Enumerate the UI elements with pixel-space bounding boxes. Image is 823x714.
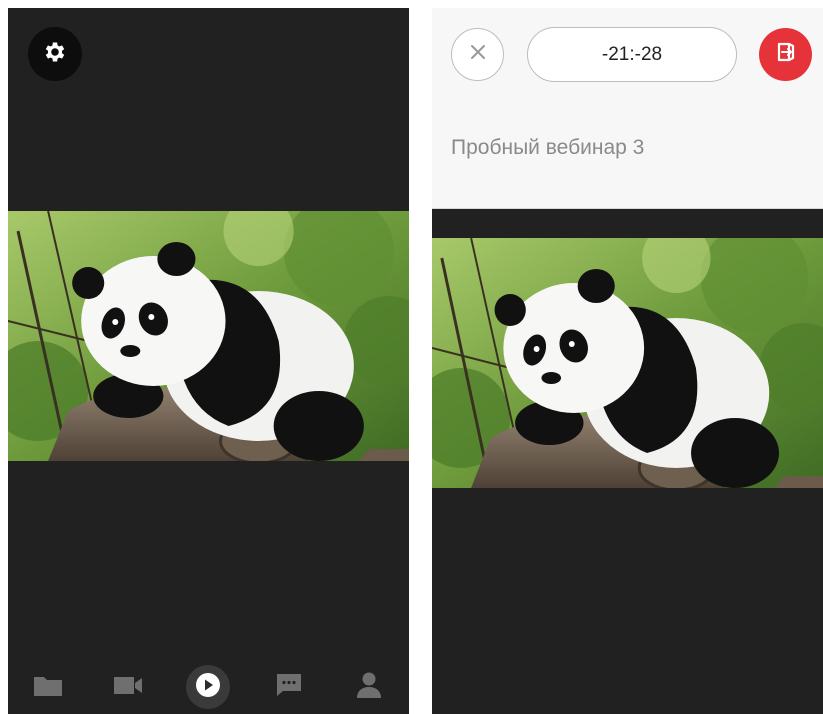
video-player[interactable] (432, 238, 823, 488)
exit-icon (773, 39, 799, 70)
folder-icon (33, 673, 63, 702)
webinar-header: -21:-28 Пробный вебинар 3 (432, 8, 823, 209)
gear-icon (42, 39, 68, 70)
video-camera-icon (113, 674, 143, 701)
stream-screen (8, 8, 409, 714)
close-icon (470, 44, 486, 65)
webinar-screen: -21:-28 Пробный вебинар 3 (432, 8, 823, 714)
timer-text: -21:-28 (601, 43, 663, 65)
webinar-title: Пробный вебинар 3 (451, 136, 645, 159)
close-button[interactable] (451, 28, 504, 81)
exit-button[interactable] (759, 28, 812, 81)
nav-video[interactable] (104, 663, 152, 711)
timer: -21:-28 (527, 27, 737, 82)
chat-icon (275, 672, 303, 703)
person-icon (356, 671, 382, 704)
nav-chat[interactable] (265, 663, 313, 711)
play-icon (195, 672, 221, 703)
nav-broadcast[interactable] (184, 663, 232, 711)
panda-image (432, 238, 823, 488)
bottom-navigation (8, 660, 409, 714)
settings-button[interactable] (28, 27, 82, 81)
nav-files[interactable] (24, 663, 72, 711)
panda-image (8, 211, 409, 461)
video-player[interactable] (8, 211, 409, 461)
nav-profile[interactable] (345, 663, 393, 711)
